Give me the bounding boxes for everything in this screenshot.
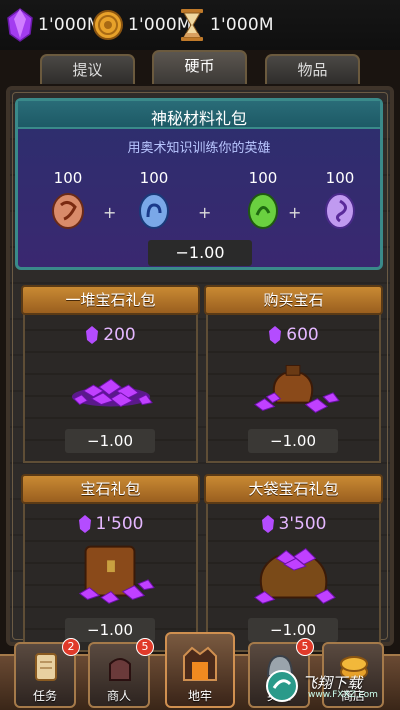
bundle-title: 大袋宝石礼包 [204,474,383,504]
nav-quests-label: 任务 [32,689,57,703]
hourglass-currency[interactable]: 1'000M [178,8,274,42]
bundle-price-button[interactable]: −1.00 [248,429,338,453]
gem-sack-icon [254,547,336,604]
gem-icon [269,326,282,344]
gem-icon [261,515,274,533]
material-count: 100 [53,169,83,187]
gem-pile-icon [71,378,153,408]
bundle-card[interactable]: 购买宝石 600 −1.00 [204,285,383,463]
nav-merchant-label: 商人 [106,689,131,703]
nature-stone-icon [248,193,278,229]
merchant-badge: 5 [136,638,154,656]
gem-chest-icon [78,545,155,604]
gem-reward: 200 [25,325,196,345]
gem-currency[interactable]: 1'000M [6,8,102,42]
plus-sign: + [288,203,302,222]
fire-stone-icon [52,193,84,229]
nav-quests[interactable]: 2 任务 [14,638,80,708]
gem-icon [7,8,33,42]
tab-coins[interactable]: 硬币 [152,50,247,84]
featured-bundle[interactable]: 神秘材料礼包 用奥术知识训练你的英雄 100 + 100 + 100 + 100… [15,98,383,270]
gem-reward: 600 [208,325,379,345]
gem-icon [78,515,91,533]
gem-amount: 200 [103,325,136,345]
gem-bag-icon [254,364,340,413]
gem-icon [86,326,99,344]
nav-dungeon-label: 地牢 [187,689,212,703]
shop-tabs: 提议 硬币 物品 [40,50,360,86]
gem-amount: 600 [286,325,319,345]
material-item: 100 [38,169,98,231]
quests-badge: 2 [62,638,80,656]
dungeon-gate-icon [183,646,217,681]
material-count: 100 [325,169,355,187]
featured-subtitle: 用奥术知识训练你的英雄 [127,141,271,156]
plus-sign: + [198,203,212,222]
bundle-title: 宝石礼包 [21,474,200,504]
bundle-title: 购买宝石 [204,285,383,315]
bundle-price-button[interactable]: −1.00 [65,429,155,453]
watermark: 飞翔下载 www.FXXZ.com [262,668,398,706]
featured-title: 神秘材料礼包 [150,109,247,128]
bundle-card[interactable]: 大袋宝石礼包 3'500 −1.00 [204,474,383,652]
material-item: 100 [124,169,184,231]
featured-price-button[interactable]: −1.00 [148,240,252,266]
hourglass-icon [181,9,203,41]
gem-amount: 1'500 [95,514,144,534]
material-item: 100 [310,169,370,231]
gem-amount: 3'500 [278,514,327,534]
watermark-url: www.FXXZ.com [308,690,378,700]
bundle-title: 一堆宝石礼包 [21,285,200,315]
material-count: 100 [139,169,169,187]
bundle-card[interactable]: 一堆宝石礼包 200 −1.00 [21,285,200,463]
material-count: 100 [248,169,278,187]
material-item: 100 [233,169,293,231]
merchant-icon [109,658,131,681]
tab-items[interactable]: 物品 [265,54,360,84]
hourglass-amount: 1'000M [210,15,274,35]
watermark-logo-icon [266,670,298,702]
scroll-icon [35,653,57,681]
heroes-badge: 5 [296,638,314,656]
tab-offers[interactable]: 提议 [40,54,135,84]
arcane-stone-icon [325,193,355,229]
water-stone-icon [139,193,169,229]
currency-bar: 1'000M 1'000M 1'000M [0,0,400,50]
nav-dungeon[interactable]: 地牢 [165,632,235,708]
plus-sign: + [103,203,117,222]
gem-reward: 3'500 [208,514,379,534]
bundle-card[interactable]: 宝石礼包 1'500 −1.00 [21,474,200,652]
nav-merchant[interactable]: 5 商人 [88,638,154,708]
coin-currency[interactable]: 1'000M [92,8,192,42]
gem-reward: 1'500 [25,514,196,534]
coin-icon [93,10,123,40]
